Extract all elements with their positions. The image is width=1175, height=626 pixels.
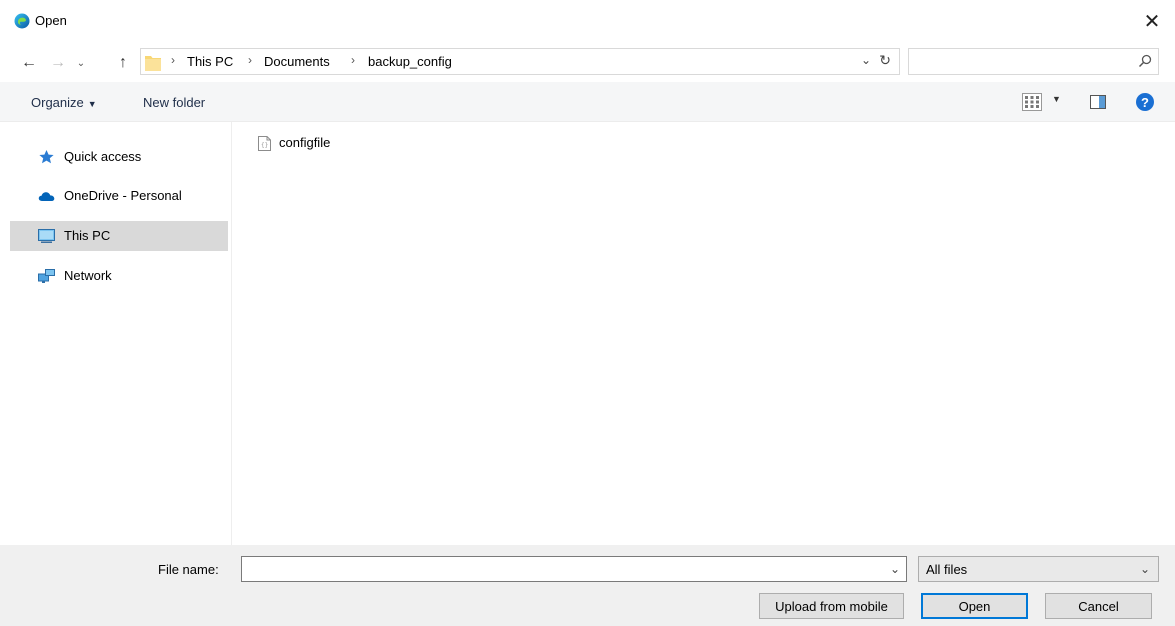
file-name-label: File name:	[158, 562, 219, 577]
sidebar-item-quick-access[interactable]: Quick access	[10, 142, 228, 172]
sidebar-item-this-pc[interactable]: This PC	[10, 221, 228, 251]
command-toolbar: Organize ▼ New folder ▼ ?	[0, 82, 1175, 122]
help-icon: ?	[1141, 94, 1149, 110]
help-button[interactable]: ?	[1136, 93, 1154, 111]
edge-icon	[14, 13, 30, 29]
close-icon: ✕	[1143, 10, 1161, 33]
address-bar[interactable]: › This PC › Documents › backup_config ⌄ …	[140, 48, 900, 75]
view-grid-icon[interactable]	[1022, 93, 1042, 111]
up-arrow-icon: ↑	[119, 54, 127, 71]
new-folder-button[interactable]: New folder	[143, 95, 205, 110]
file-name-label: configfile	[279, 135, 331, 150]
forward-arrow-icon: →	[50, 54, 66, 71]
cancel-button[interactable]: Cancel	[1045, 593, 1152, 619]
folder-icon	[145, 56, 161, 71]
forward-button[interactable]: →	[47, 52, 69, 74]
file-name-input[interactable]	[242, 557, 882, 581]
svg-text:{}: {}	[261, 142, 268, 149]
sidebar-item-label: This PC	[64, 228, 111, 243]
back-arrow-icon: ←	[21, 54, 37, 71]
breadcrumb-separator-icon: ›	[351, 53, 355, 67]
file-list[interactable]: {} configfile	[233, 122, 1175, 545]
search-icon[interactable]	[1138, 54, 1152, 68]
file-icon: {}	[258, 136, 271, 151]
sidebar-item-label: Quick access	[64, 149, 142, 164]
title-bar: Open ✕	[0, 0, 1175, 42]
open-button[interactable]: Open	[921, 593, 1028, 619]
file-type-select[interactable]: All files ⌄	[918, 556, 1159, 582]
new-folder-label: New folder	[143, 95, 206, 110]
sidebar-item-label: Network	[64, 268, 112, 283]
breadcrumb-documents[interactable]: Documents	[264, 54, 330, 69]
breadcrumb-separator-icon: ›	[248, 53, 252, 67]
chevron-down-icon[interactable]: ⌄	[890, 562, 900, 576]
recent-locations-button[interactable]: ⌄	[70, 52, 92, 74]
breadcrumb-this-pc[interactable]: This PC	[187, 54, 233, 69]
up-button[interactable]: ↑	[112, 52, 134, 74]
back-button[interactable]: ←	[18, 52, 40, 74]
sidebar-item-label: OneDrive - Personal	[64, 188, 182, 203]
chevron-down-icon: ⌄	[1139, 562, 1150, 576]
organize-button[interactable]: Organize ▼	[31, 95, 97, 110]
breadcrumb-separator-icon: ›	[171, 53, 175, 67]
refresh-icon[interactable]: ↻	[879, 52, 891, 69]
address-history-dropdown-icon[interactable]: ⌄	[861, 53, 871, 67]
window-title: Open	[35, 13, 67, 28]
star-icon	[39, 150, 54, 164]
upload-from-mobile-button[interactable]: Upload from mobile	[759, 593, 904, 619]
chevron-down-icon: ⌄	[76, 57, 86, 69]
sidebar-item-onedrive[interactable]: OneDrive - Personal	[10, 181, 228, 211]
navigation-pane: Quick access OneDrive - Personal This PC…	[0, 122, 232, 545]
monitor-icon	[38, 229, 55, 243]
caret-down-icon: ▼	[87, 99, 97, 109]
breadcrumb-backup-config[interactable]: backup_config	[368, 54, 452, 69]
close-button[interactable]: ✕	[1129, 0, 1175, 42]
file-type-value: All files	[926, 562, 968, 577]
sidebar-item-network[interactable]: Network	[10, 261, 228, 291]
cloud-icon	[38, 192, 55, 201]
file-name-combobox[interactable]: ⌄	[241, 556, 907, 582]
preview-pane-icon[interactable]	[1090, 95, 1106, 109]
footer-panel: File name: ⌄ All files ⌄ Upload from mob…	[0, 545, 1175, 626]
network-icon	[38, 269, 55, 283]
view-options-caret-icon[interactable]: ▼	[1052, 94, 1061, 104]
organize-label: Organize	[31, 95, 84, 110]
search-box[interactable]	[908, 48, 1159, 75]
